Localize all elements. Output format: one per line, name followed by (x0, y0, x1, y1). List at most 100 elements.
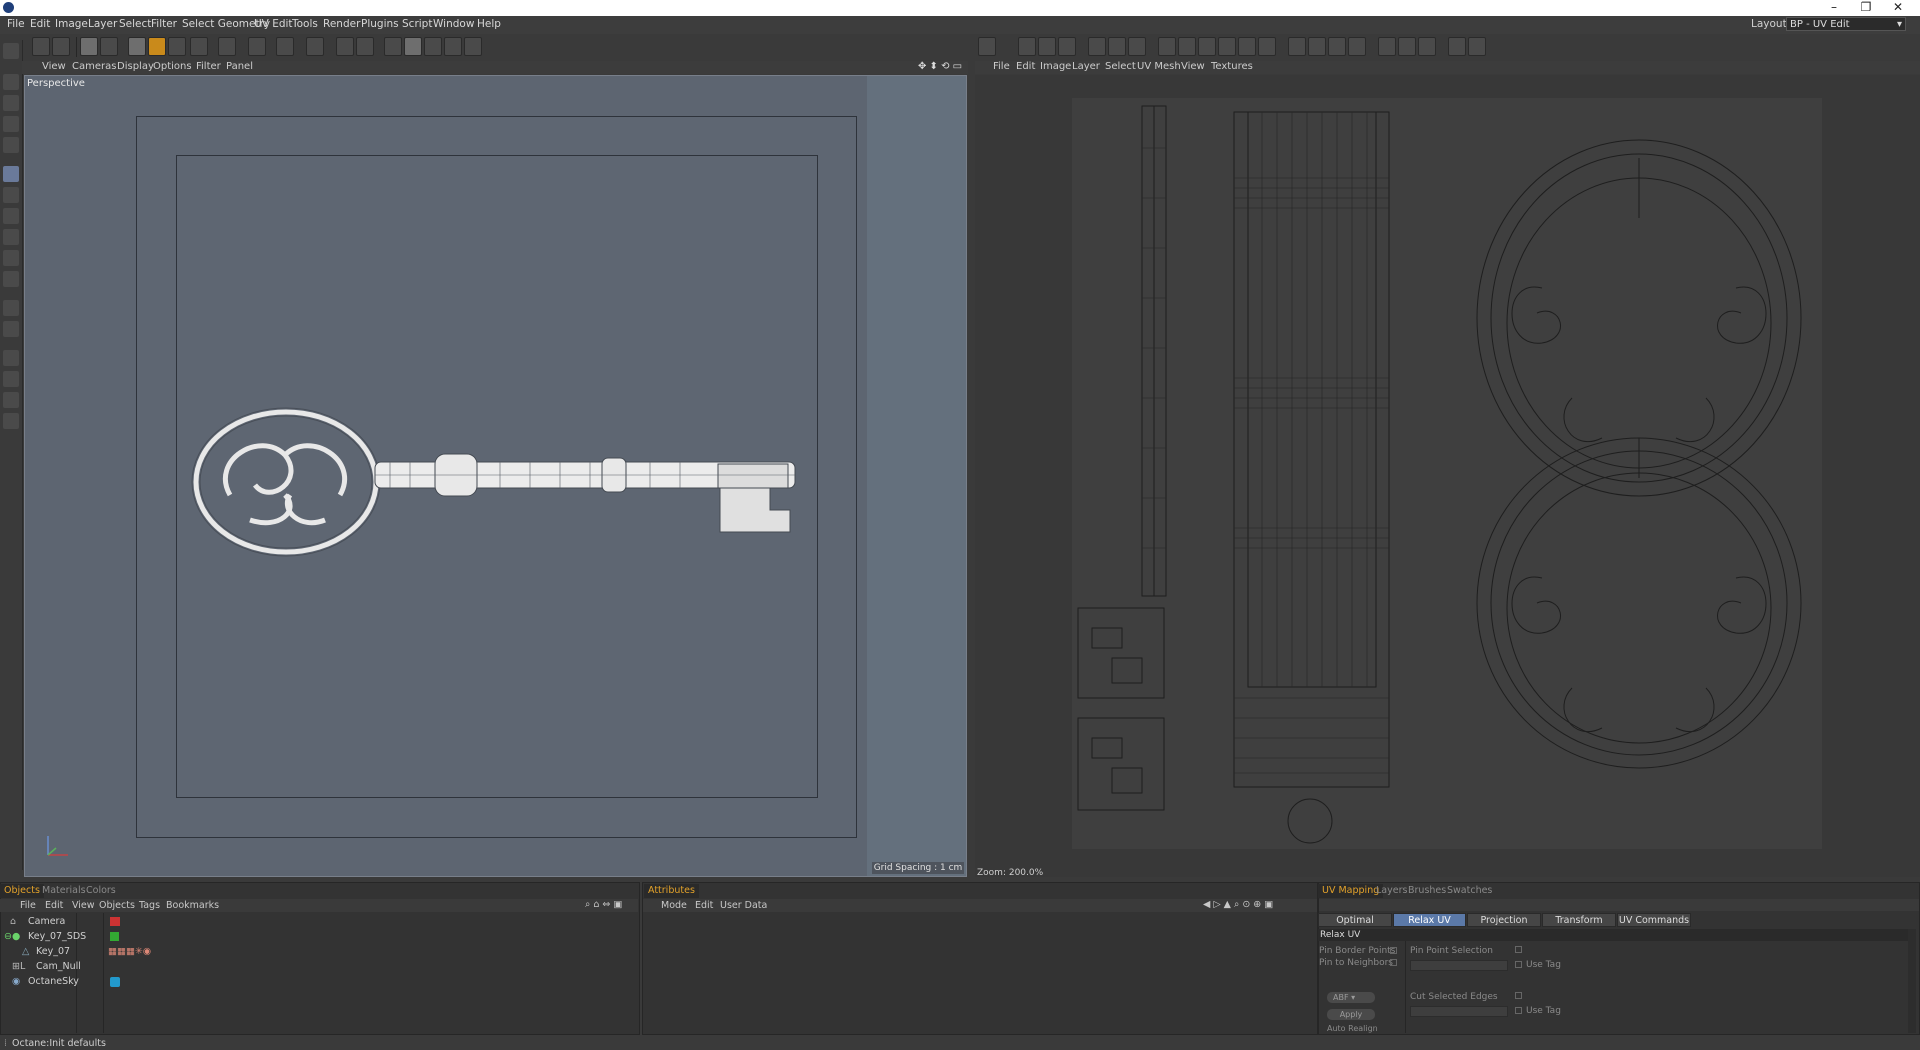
object-row-key[interactable]: △ Key_07 ▦▦▦✳◉ (22, 945, 642, 959)
vp-menu-cameras[interactable]: Cameras (72, 61, 116, 72)
menu-window[interactable]: Window (433, 18, 474, 30)
uv-straighten-icon[interactable] (1238, 37, 1256, 56)
menu-image[interactable]: Image (55, 18, 88, 30)
attributes-menu-user-data[interactable]: User Data (720, 900, 767, 911)
material-icon[interactable] (444, 37, 462, 56)
uv-align-center-icon[interactable] (1178, 37, 1196, 56)
sphere-icon[interactable] (3, 413, 19, 429)
gradient-icon[interactable] (3, 229, 19, 245)
eyedropper-icon[interactable] (3, 350, 19, 366)
cut-edges-checkbox[interactable] (1515, 992, 1522, 999)
rect-selection-icon[interactable] (100, 37, 118, 56)
menu-filter[interactable]: Filter (151, 18, 177, 30)
uv-grid-snap-icon[interactable] (1468, 37, 1486, 56)
knife-icon[interactable] (3, 116, 19, 132)
menu-plugins[interactable]: Plugins (361, 18, 399, 30)
uv-panel-scrollbar[interactable] (1908, 929, 1916, 1033)
use-tag-checkbox-1[interactable] (1515, 961, 1522, 968)
layer-icon[interactable] (3, 392, 19, 408)
uv-mirror-icon[interactable] (1258, 37, 1276, 56)
menu-script[interactable]: Script (402, 18, 432, 30)
uv-stack-icon[interactable] (1108, 37, 1126, 56)
relax-method-dropdown[interactable]: ABF ▾ (1327, 992, 1375, 1003)
uv-menu-file[interactable]: File (993, 61, 1010, 72)
uv-space-icon[interactable] (1348, 37, 1366, 56)
subtab-transform[interactable]: Transform (1542, 913, 1616, 927)
uv-tool-icon[interactable] (978, 37, 996, 56)
uv-relax-icon[interactable] (1398, 37, 1416, 56)
objects-menu-edit[interactable]: Edit (45, 900, 63, 911)
attributes-menu-mode[interactable]: Mode (661, 900, 687, 911)
pin-border-checkbox[interactable] (1390, 947, 1397, 954)
uv-align-top-icon[interactable] (1288, 37, 1306, 56)
tab-attributes[interactable]: Attributes (644, 884, 699, 898)
uv-menu-view[interactable]: View (1181, 61, 1205, 72)
menu-layer[interactable]: Layer (88, 18, 117, 30)
uv-polygons-icon[interactable] (404, 37, 422, 56)
objects-menu-file[interactable]: File (20, 900, 36, 911)
uv-menu-edit[interactable]: Edit (1016, 61, 1035, 72)
object-row-key-sds[interactable]: ⊖● Key_07_SDS (4, 930, 624, 944)
texture-view-icon[interactable] (336, 37, 354, 56)
cube-icon[interactable] (424, 37, 442, 56)
close-button[interactable]: ✕ (1878, 0, 1918, 16)
smudge-icon[interactable] (3, 271, 19, 287)
vp-menu-filter[interactable]: Filter (196, 61, 221, 72)
uv-menu-uv-mesh[interactable]: UV Mesh (1137, 61, 1181, 72)
pin-selection-checkbox[interactable] (1515, 946, 1522, 953)
fill-icon[interactable] (3, 250, 19, 266)
use-tag-checkbox-2[interactable] (1515, 1007, 1522, 1014)
checkerboard-icon[interactable] (3, 137, 19, 153)
coordinate-system-icon[interactable] (306, 37, 324, 56)
line-icon[interactable] (3, 300, 19, 316)
uv-align-bottom-icon[interactable] (1328, 37, 1346, 56)
subtab-optimal-mapping[interactable]: Optimal Mapping (1318, 913, 1392, 940)
menu-select[interactable]: Select (119, 18, 151, 30)
render-icon[interactable] (464, 37, 482, 56)
objects-menu-view[interactable]: View (72, 900, 95, 911)
object-row-camera[interactable]: ⌂ Camera (10, 915, 630, 929)
vp-menu-display[interactable]: Display (117, 61, 154, 72)
stamp-icon[interactable] (3, 187, 19, 203)
pin-selection-field[interactable] (1410, 960, 1508, 971)
vp-menu-view[interactable]: View (42, 61, 66, 72)
uv-align-left-icon[interactable] (1158, 37, 1176, 56)
eraser-icon[interactable] (3, 208, 19, 224)
subtab-relax-uv[interactable]: Relax UV (1393, 913, 1466, 927)
transform-tool-icon[interactable] (190, 37, 208, 56)
cut-edges-field[interactable] (1410, 1006, 1508, 1017)
objects-menu-objects[interactable]: Objects (99, 900, 135, 911)
attributes-menu-edit[interactable]: Edit (695, 900, 713, 911)
uv-menu-image[interactable]: Image (1040, 61, 1071, 72)
checker-icon[interactable] (356, 37, 374, 56)
uv-menu-select[interactable]: Select (1105, 61, 1136, 72)
rotate-tool-icon[interactable] (168, 37, 186, 56)
magnify-icon[interactable] (3, 371, 19, 387)
menu-uv-edit[interactable]: UV Edit (254, 18, 293, 30)
menu-render[interactable]: Render (323, 18, 360, 30)
menu-help[interactable]: Help (477, 18, 501, 30)
menu-tools[interactable]: Tools (292, 18, 318, 30)
axis-tool-icon[interactable] (218, 37, 236, 56)
redo-icon[interactable] (52, 37, 70, 56)
uv-snap-icon[interactable] (1448, 37, 1466, 56)
uv-align-icon[interactable] (1018, 37, 1036, 56)
tab-colors[interactable]: Colors (82, 884, 120, 898)
viewport-nav-icons[interactable]: ✥ ⬍ ⟲ ▭ (918, 61, 962, 72)
object-row-octanesky[interactable]: ◉ OctaneSky (12, 975, 632, 989)
star-icon[interactable] (3, 321, 19, 337)
uv-pack-icon[interactable] (1378, 37, 1396, 56)
layout-dropdown[interactable]: BP - UV Edit ▾ (1786, 17, 1906, 31)
uv-fit-icon[interactable] (1418, 37, 1436, 56)
vp-menu-options[interactable]: Options (153, 61, 192, 72)
apply-button[interactable]: Apply (1327, 1009, 1375, 1020)
live-selection-icon[interactable] (80, 37, 98, 56)
brush-settings-icon[interactable] (276, 37, 294, 56)
paint-brush-icon[interactable] (3, 166, 19, 182)
menu-file[interactable]: File (7, 18, 25, 30)
uv-points-icon[interactable] (384, 37, 402, 56)
subtab-uv-commands[interactable]: UV Commands (1617, 913, 1691, 927)
select-icon[interactable] (3, 95, 19, 111)
uv-weld-icon[interactable] (1128, 37, 1146, 56)
search-icon[interactable]: ⌕ ⌂ ⇔ ▣ (585, 899, 622, 910)
